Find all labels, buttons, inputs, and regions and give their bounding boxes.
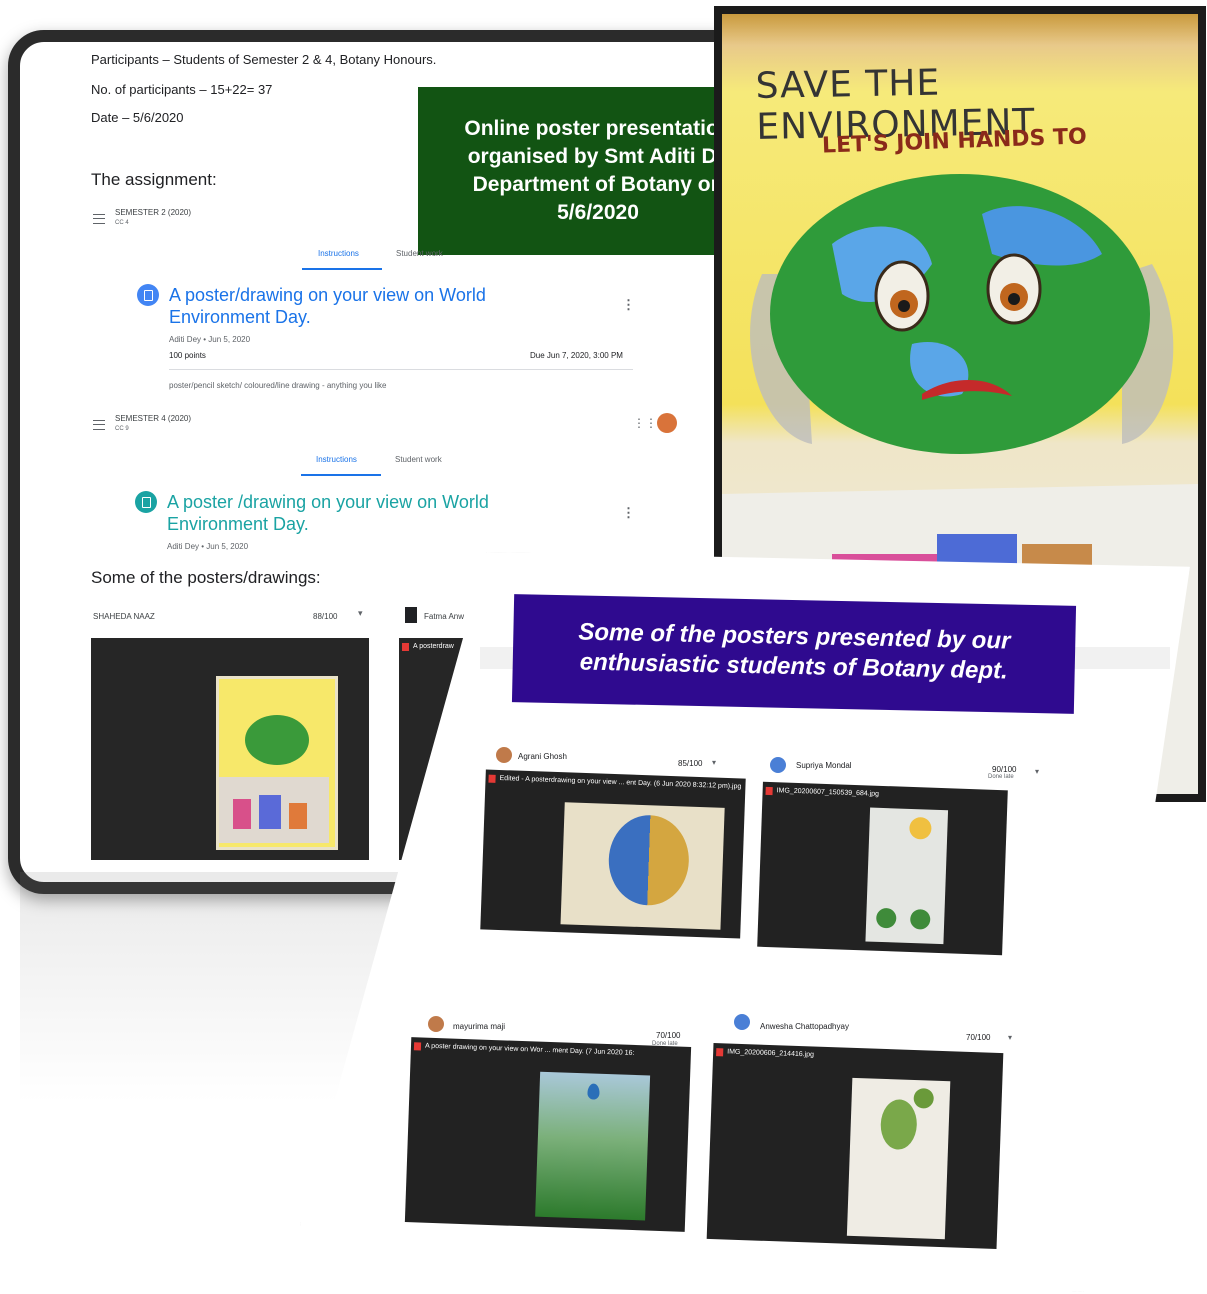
status-badge: Done late [988, 774, 1014, 780]
student-name: Supriya Mondal [796, 761, 852, 770]
water-drop-drawing [587, 1083, 600, 1100]
avatar [770, 757, 786, 773]
student-name: SHAHEDA NAAZ [93, 612, 155, 621]
posters-heading: Some of the posters/drawings: [91, 568, 321, 587]
student-name: Fatma Anw [424, 612, 465, 621]
class-code: CC 9 [115, 426, 129, 432]
tab-student-work[interactable]: Student work [395, 455, 442, 464]
student-name: Anwesha Chattopadhyay [760, 1022, 849, 1031]
avatar[interactable] [657, 413, 677, 433]
earth-drawing [607, 813, 691, 907]
poster-photo [865, 807, 949, 945]
more-options-icon[interactable]: ⋮ [622, 505, 635, 521]
student-name: mayurima maji [453, 1022, 506, 1031]
chevron-down-icon[interactable]: ▾ [712, 758, 716, 767]
class-name: SEMESTER 4 (2020) [115, 414, 192, 423]
file-name: IMG_20200607_150539_684.jpg [762, 782, 1007, 809]
tab-indicator [301, 474, 381, 476]
participant-count: No. of participants – 15+22= 37 [91, 82, 273, 97]
avatar [734, 1014, 750, 1030]
divider [169, 369, 633, 370]
assignment-meta: Aditi Dey • Jun 5, 2020 [167, 542, 249, 551]
submission-viewer[interactable]: A poster drawing on your view on Wor ...… [404, 1037, 692, 1232]
avatar [428, 1016, 444, 1032]
assignment-title[interactable]: A poster /drawing on your view on World … [167, 491, 547, 535]
menu-icon[interactable] [93, 214, 105, 224]
submission-viewer[interactable]: IMG_20200606_214416.jpg [706, 1042, 1004, 1250]
submission-preview[interactable] [91, 638, 369, 860]
submission-viewer[interactable]: Edited - A posterdrawing on your view ..… [480, 769, 746, 939]
poster-photo [535, 1071, 651, 1221]
class-code: CC 4 [115, 220, 129, 226]
grade: 90/100 [992, 765, 1017, 774]
assignment-due: Due Jun 7, 2020, 3:00 PM [530, 351, 623, 360]
avatar [405, 607, 417, 623]
assignment-icon [135, 491, 157, 513]
student-name: Agrani Ghosh [518, 752, 567, 761]
gallery-banner: Some of the posters presented by our ent… [511, 594, 1077, 714]
tab-student-work[interactable]: Student work [396, 249, 443, 258]
chevron-down-icon[interactable]: ▾ [1035, 767, 1039, 776]
earth-drawing [245, 715, 309, 765]
grade: 70/100 [966, 1033, 991, 1042]
file-name: IMG_20200606_214416.jpg [713, 1043, 1003, 1071]
assignment-description: poster/pencil sketch/ coloured/line draw… [169, 381, 387, 390]
assignment-heading: The assignment: [91, 170, 217, 189]
poster-photo [846, 1077, 951, 1240]
tab-indicator [302, 268, 382, 270]
virus-drawing [913, 1088, 935, 1109]
chevron-down-icon[interactable]: ▾ [1008, 1033, 1012, 1042]
assignment-points: 100 points [169, 351, 206, 360]
file-name: A poster drawing on your view on Wor ...… [411, 1037, 691, 1065]
poster-thumbnail [216, 676, 338, 850]
tab-instructions[interactable]: Instructions [318, 249, 359, 258]
submission-viewer[interactable]: IMG_20200607_150539_684.jpg [757, 781, 1008, 956]
file-name: Edited - A posterdrawing on your view ..… [485, 770, 745, 797]
tab-instructions[interactable]: Instructions [316, 455, 357, 464]
grade: 85/100 [678, 759, 703, 768]
assignment-meta: Aditi Dey • Jun 5, 2020 [169, 335, 251, 344]
tree-drawing [879, 1098, 918, 1151]
menu-icon[interactable] [93, 420, 105, 430]
participants-text: Participants – Students of Semester 2 & … [91, 52, 437, 67]
poster-photo [560, 802, 725, 930]
more-options-icon[interactable]: ⋮ [622, 297, 635, 313]
grade: 88/100 [313, 612, 338, 621]
chevron-down-icon[interactable]: ▾ [358, 608, 363, 619]
class-name: SEMESTER 2 (2020) [115, 208, 192, 217]
assignment-title[interactable]: A poster/drawing on your view on World E… [169, 284, 549, 328]
card-reflection [20, 872, 400, 1102]
grade: 70/100 [656, 1031, 681, 1040]
event-date: Date – 5/6/2020 [91, 110, 184, 125]
assignment-icon [137, 284, 159, 306]
avatar [496, 747, 512, 763]
